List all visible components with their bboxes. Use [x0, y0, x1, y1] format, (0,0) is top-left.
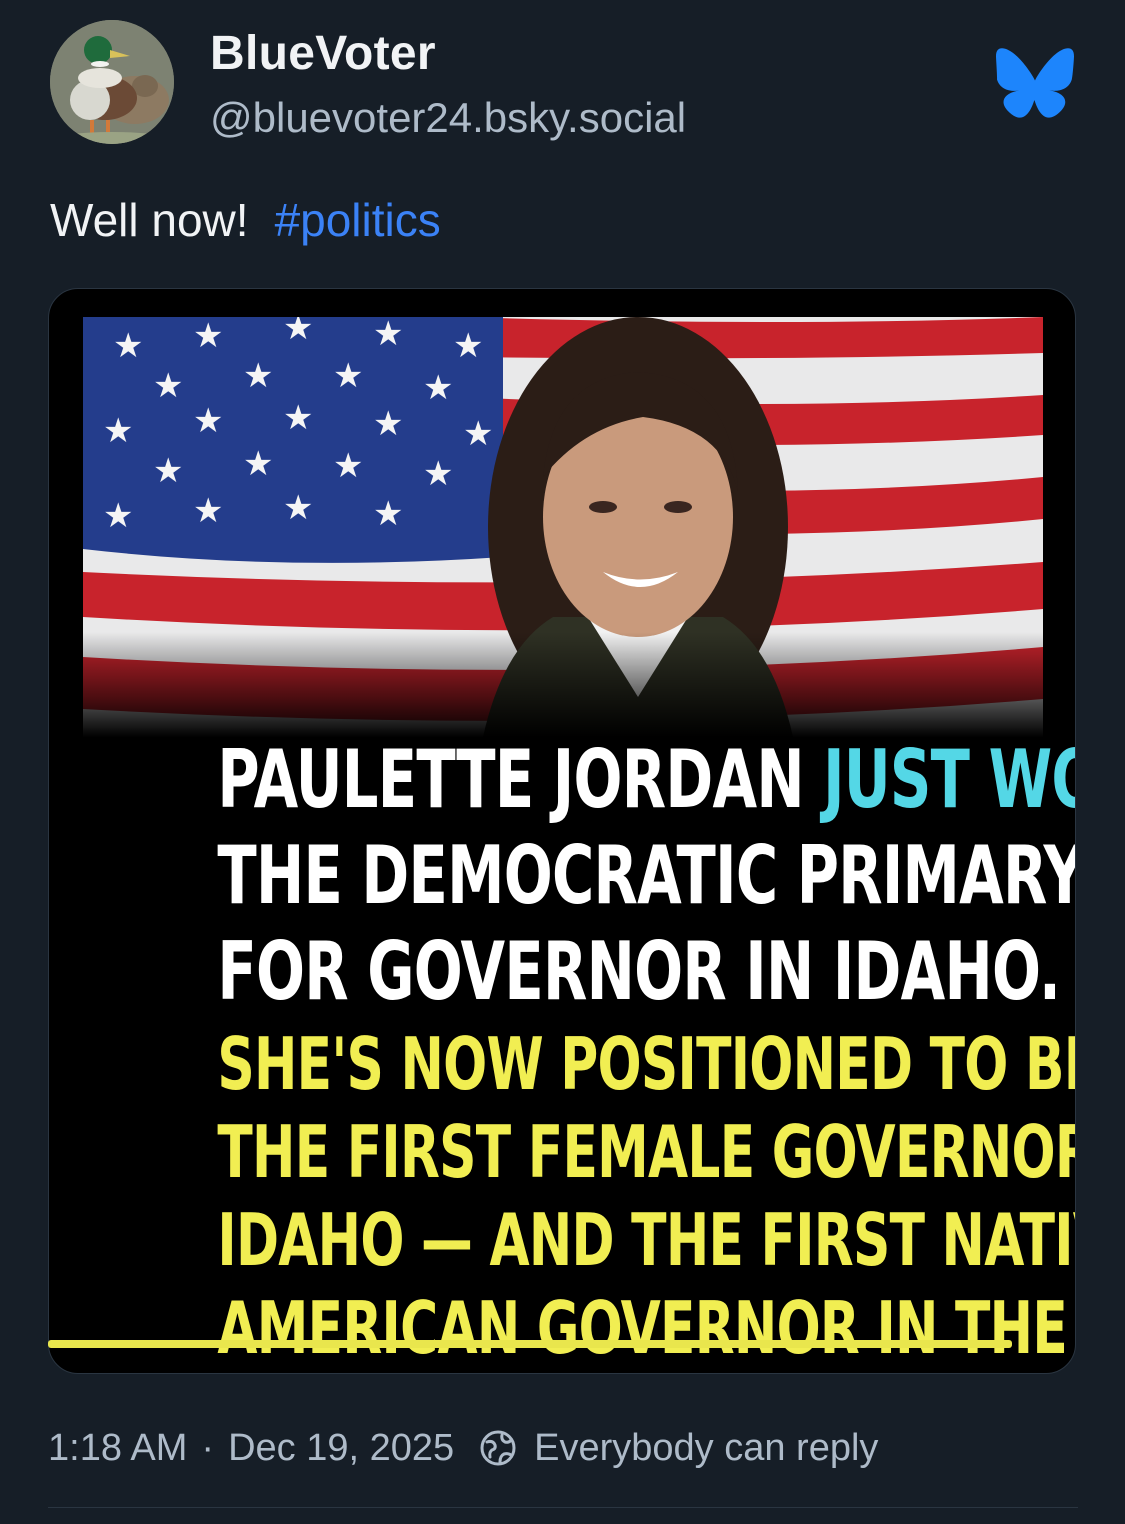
avatar-image [50, 20, 174, 144]
meta-separator: · [201, 1427, 215, 1469]
headline-line-1: PAULETTE JORDAN JUST WON [217, 732, 1075, 828]
bluesky-butterfly-icon[interactable] [996, 48, 1074, 118]
headline-line-7: AMERICAN GOVERNOR IN THE U.S. [217, 1286, 1075, 1370]
hashtag-link[interactable]: #politics [275, 194, 441, 246]
headline-line-4: SHE'S NOW POSITIONED TO BECOME [217, 1022, 1075, 1106]
post-text: Well now! #politics [50, 188, 441, 252]
headline-line-3: FOR GOVERNOR IN IDAHO. [217, 925, 1061, 1018]
post-meta: 1:18 AM · Dec 19, 2025 Everybody can rep… [48, 1420, 878, 1476]
image-underline-bar [48, 1340, 1012, 1348]
reply-setting[interactable]: Everybody can reply [534, 1420, 878, 1476]
headline-line-6: IDAHO — AND THE FIRST NATIVE [217, 1198, 1076, 1282]
post-card: BlueVoter @bluevoter24.bsky.social Well … [0, 0, 1125, 1524]
image-headline: PAULETTE JORDAN JUST WON THE DEMOCRATIC … [217, 732, 1076, 1372]
post-time[interactable]: 1:18 AM [48, 1420, 187, 1476]
display-name[interactable]: BlueVoter [210, 22, 686, 86]
avatar[interactable] [50, 20, 174, 144]
author-info: BlueVoter @bluevoter24.bsky.social [210, 22, 686, 146]
headline-highlight: JUST WON [823, 733, 1075, 826]
flag-portrait-graphic: ★★★★★ ★★★★ ★★★★★ ★★★★ ★★★★ [83, 317, 1043, 737]
post-image[interactable]: ★★★★★ ★★★★ ★★★★★ ★★★★ ★★★★ [48, 288, 1076, 1374]
divider [48, 1507, 1078, 1508]
author-handle[interactable]: @bluevoter24.bsky.social [210, 90, 686, 146]
headline-line-5: THE FIRST FEMALE GOVERNOR OF [217, 1110, 1076, 1194]
post-body: Well now! [50, 194, 249, 246]
image-content: ★★★★★ ★★★★ ★★★★★ ★★★★ ★★★★ [83, 317, 1076, 1373]
post-date[interactable]: Dec 19, 2025 [228, 1420, 454, 1476]
headline-name: PAULETTE JORDAN [217, 733, 804, 826]
headline-line-2: THE DEMOCRATIC PRIMARY [217, 829, 1076, 922]
globe-reply-icon [480, 1430, 516, 1466]
